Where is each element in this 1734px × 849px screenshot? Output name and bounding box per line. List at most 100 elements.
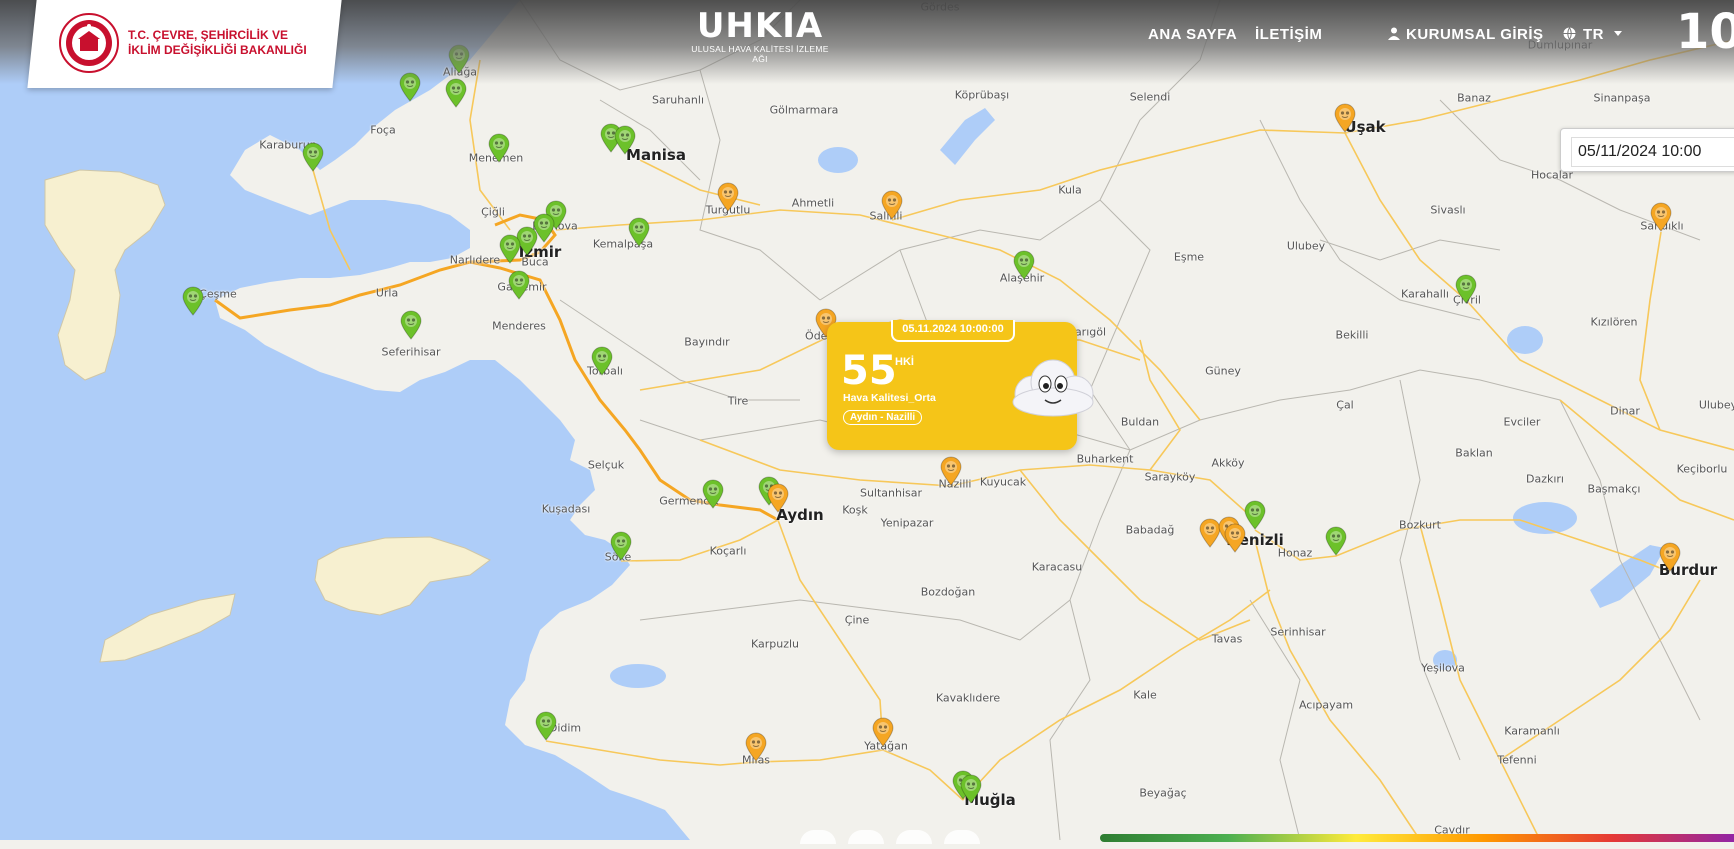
station-marker-moderate[interactable] [881,190,903,220]
city-label: Kale [1133,688,1157,702]
station-marker-moderate[interactable] [745,732,767,762]
station-marker-moderate[interactable] [1224,523,1246,553]
station-marker-good[interactable] [1455,274,1477,304]
city-label: Çiğli [481,205,505,219]
language-selector[interactable]: TR [1563,26,1622,43]
station-marker-moderate[interactable] [1334,103,1356,133]
city-label: Başmakçı [1587,482,1641,496]
city-label: Buharkent [1076,452,1134,466]
map-pin-icon [614,125,636,155]
station-marker-good[interactable] [535,711,557,741]
city-label: Seferihisar [381,345,441,359]
station-marker-good[interactable] [1325,526,1347,556]
station-marker-moderate[interactable] [1650,202,1672,232]
map-pin-icon [1224,523,1246,553]
bafa-lake [610,664,666,688]
map-pin-icon [1244,500,1266,530]
ministry-branding[interactable]: T.C. ÇEVRE, ŞEHİRCİLİK VE İKLİM DEĞİŞİKL… [58,12,307,74]
ministry-name: T.C. ÇEVRE, ŞEHİRCİLİK VE İKLİM DEĞİŞİKL… [128,28,307,58]
city-label: Baklan [1455,446,1493,460]
bottom-tab[interactable] [896,830,932,844]
isikli-lake [1507,326,1543,354]
station-marker-good[interactable] [1244,500,1266,530]
city-label: Eşme [1173,250,1205,264]
bottom-tab[interactable] [944,830,980,844]
station-marker-moderate[interactable] [1659,542,1681,572]
map-pin-icon [1013,250,1035,280]
city-label: Koşk [842,503,868,517]
city-label: Bayındır [684,335,730,349]
date-time-input[interactable] [1571,137,1734,167]
station-marker-good[interactable] [488,133,510,163]
globe-icon [1563,27,1576,41]
map-pin-icon [702,479,724,509]
nav-home-link[interactable]: ANA SAYFA [1148,26,1237,43]
station-marker-good[interactable] [400,310,422,340]
brand-subtitle: ULUSAL HAVA KALİTESİ İZLEME AĞI [691,44,829,64]
bottom-tab[interactable] [848,830,884,844]
station-marker-moderate[interactable] [940,456,962,486]
map-pin-icon [488,133,510,163]
uhkia-logo[interactable]: UHKIA ULUSAL HAVA KALİTESİ İZLEME AĞI [690,8,830,64]
anniversary-badge: 10 [1676,4,1734,60]
city-label: Honaz [1277,546,1313,560]
city-label: Acıpayam [1298,698,1354,712]
bottom-tab[interactable] [800,830,836,844]
station-marker-moderate[interactable] [767,483,789,513]
city-label: Kula [1058,183,1082,197]
city-label: Sivaslı [1430,203,1466,217]
station-marker-good[interactable] [302,142,324,172]
city-label: Tire [727,394,749,408]
map-pin-icon [591,346,613,376]
city-label: Karacasu [1031,560,1083,574]
station-popup[interactable]: 05.11.2024 10:00:00 55 HKİ Hava Kalitesi… [827,320,1094,450]
station-marker-good[interactable] [614,125,636,155]
city-label: Yeşilova [1421,661,1465,675]
station-marker-good[interactable] [499,234,521,264]
marmara-lake [818,147,858,173]
brand-title: UHKIA [696,6,824,46]
station-marker-moderate[interactable] [717,182,739,212]
station-marker-good[interactable] [1013,250,1035,280]
map-pin-icon [767,483,789,513]
city-label: Akköy [1211,456,1245,470]
user-icon [1388,27,1400,40]
nav-contact-link[interactable]: İLETİŞİM [1255,26,1322,43]
language-label: TR [1583,26,1604,43]
station-marker-good[interactable] [591,346,613,376]
city-label: Gölmarmara [769,103,839,117]
city-label: Karahallı [1401,287,1449,301]
station-marker-good[interactable] [182,286,204,316]
station-marker-good[interactable] [960,774,982,804]
station-marker-good[interactable] [702,479,724,509]
city-label: Kuşadası [541,502,591,516]
station-marker-good[interactable] [610,531,632,561]
city-label: Banaz [1457,91,1491,105]
map-pin-icon [535,711,557,741]
city-label: Buca [521,255,549,269]
city-label: Koçarlı [709,544,747,558]
map-pin-icon [1334,103,1356,133]
city-label: Kavaklıdere [935,691,1001,705]
city-label: Çeşme [199,287,237,301]
city-label: Evciler [1503,415,1541,429]
map-pin-icon [960,774,982,804]
city-label: Yenipazar [880,516,934,530]
nav-login-link[interactable]: KURUMSAL GİRİŞ [1388,26,1544,43]
aqi-value: 55 [841,348,897,394]
city-label: Karamanlı [1504,724,1560,738]
station-marker-moderate[interactable] [872,717,894,747]
city-label: Selçuk [587,458,625,472]
city-label: Dinar [1610,404,1640,418]
city-label: Narlıdere [449,253,501,267]
map-pin-icon [400,310,422,340]
city-label: Kuyucak [979,475,1027,489]
city-label: Selendi [1129,90,1171,104]
nav-login-label: KURUMSAL GİRİŞ [1406,26,1544,43]
city-label: Bekilli [1335,328,1369,342]
station-marker-good[interactable] [628,217,650,247]
city-label: Buldan [1120,415,1160,429]
popup-timestamp: 05.11.2024 10:00:00 [891,320,1015,342]
station-marker-good[interactable] [508,270,530,300]
map-pin-icon [1650,202,1672,232]
